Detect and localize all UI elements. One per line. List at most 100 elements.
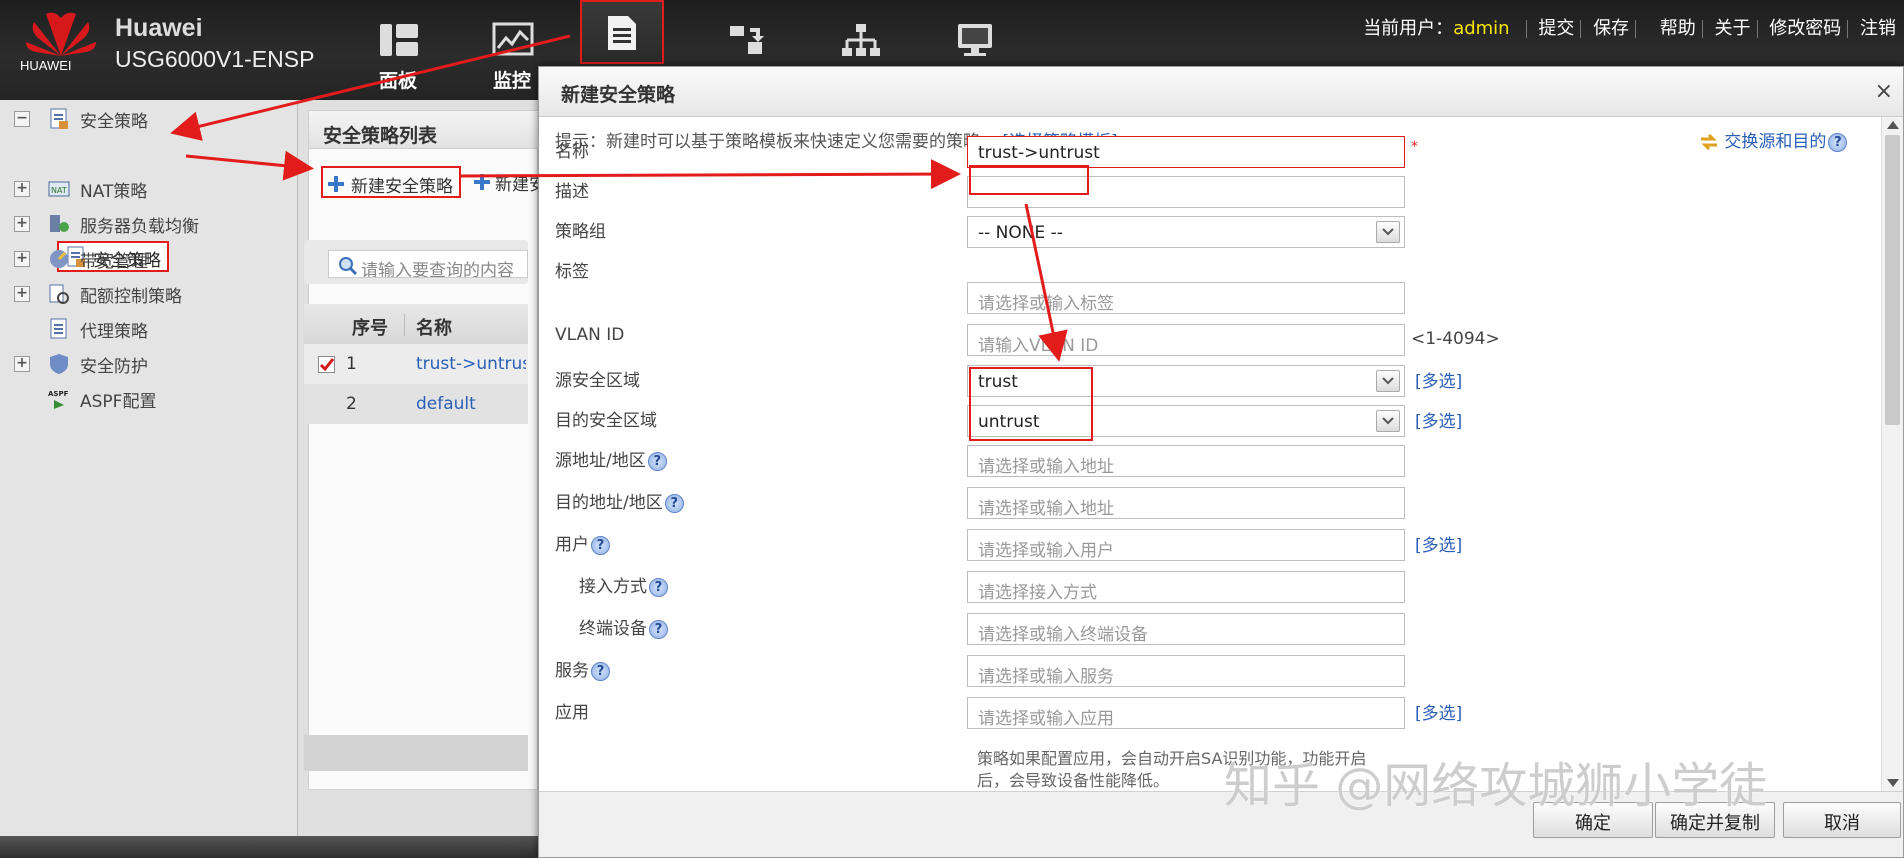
service-label: 服务? xyxy=(555,656,610,681)
sidebar-item-label: NAT策略 xyxy=(80,182,148,202)
app-multi-link[interactable]: [多选] xyxy=(1415,699,1462,724)
desc-label: 描述 xyxy=(555,182,589,202)
bottom-status-bar xyxy=(0,836,538,858)
src-addr-label: 源地址/地区? xyxy=(555,446,667,471)
vlan-label: VLAN ID xyxy=(555,325,625,345)
sidebar-item-proxy[interactable]: 代理策略 xyxy=(0,314,298,344)
row-checkbox[interactable] xyxy=(318,356,335,373)
expand-icon[interactable]: + xyxy=(14,181,30,197)
tag-label: 标签 xyxy=(555,262,589,282)
table-row[interactable]: 1 trust->untrust xyxy=(304,344,528,384)
help-icon[interactable]: ? xyxy=(649,577,668,597)
user-label: 用户? xyxy=(555,530,610,555)
user-toolbar: 当前用户：admin 提交 保存 帮助 关于 修改密码 注销 xyxy=(1363,14,1896,40)
expand-icon[interactable]: + xyxy=(14,286,30,302)
sidebar-item-nat[interactable]: + NAT NAT策略 xyxy=(0,174,298,204)
swap-label: 交换源和目的 xyxy=(1724,132,1827,152)
expand-icon[interactable]: + xyxy=(14,251,30,267)
collapse-icon[interactable]: − xyxy=(14,111,30,127)
row-name-link[interactable]: default xyxy=(416,394,526,414)
object-icon xyxy=(730,26,764,54)
scroll-down-icon[interactable] xyxy=(1887,779,1899,787)
sidebar-item-label: 代理策略 xyxy=(80,322,148,342)
sidebar-item-protection[interactable]: + 安全防护 xyxy=(0,349,298,379)
row-name-link[interactable]: trust->untrust xyxy=(416,354,526,374)
close-icon[interactable]: × xyxy=(1875,79,1893,104)
sidebar-item-label: 安全防护 xyxy=(80,357,148,377)
save-link[interactable]: 保存 xyxy=(1593,18,1629,39)
new-policy-button[interactable]: 新建安全策略 xyxy=(321,166,461,198)
col-name: 名称 xyxy=(416,318,452,339)
search-input[interactable]: 请输入要查询的内容 xyxy=(328,250,528,278)
src-addr-input[interactable]: 请选择或输入地址 xyxy=(967,445,1405,477)
tag-input[interactable]: 请选择或输入标签 xyxy=(967,282,1405,314)
cancel-button[interactable]: 取消 xyxy=(1783,802,1901,838)
bandwidth-icon xyxy=(50,250,68,268)
user-multi-link[interactable]: [多选] xyxy=(1415,531,1462,556)
dialog-scrollbar[interactable] xyxy=(1881,117,1903,791)
dst-zone-multi-link[interactable]: [多选] xyxy=(1415,407,1462,432)
system-computer-icon xyxy=(958,24,992,56)
network-topology-icon xyxy=(842,24,880,56)
help-icon[interactable]: ? xyxy=(591,661,610,681)
sidebar-item-label: 服务器负载均衡 xyxy=(80,217,199,237)
app-input[interactable]: 请选择或输入应用 xyxy=(967,697,1405,729)
commit-link[interactable]: 提交 xyxy=(1538,18,1574,39)
device-input[interactable]: 请选择或输入终端设备 xyxy=(967,613,1405,645)
new-policy-button-2[interactable]: 新建安 xyxy=(469,166,549,198)
vlan-input[interactable]: 请输入VLAN ID xyxy=(967,324,1405,356)
change-password-link[interactable]: 修改密码 xyxy=(1769,18,1841,39)
scroll-up-icon[interactable] xyxy=(1887,121,1899,129)
sidebar-item-label: 配额控制策略 xyxy=(80,287,182,307)
expand-icon[interactable]: + xyxy=(14,356,30,372)
sidebar-item-bandwidth[interactable]: + 带宽管理 xyxy=(0,244,298,274)
dialog-title: 新建安全策略 xyxy=(539,67,1903,117)
sidebar-item-security-policy[interactable]: − 安全策略 xyxy=(0,104,298,134)
plus-icon xyxy=(328,176,344,192)
nat-icon: NAT xyxy=(48,181,70,197)
dst-addr-input[interactable]: 请选择或输入地址 xyxy=(967,487,1405,519)
access-label: 接入方式? xyxy=(579,572,668,597)
device-model: USG6000V1-ENSP xyxy=(115,46,315,72)
chevron-down-icon[interactable] xyxy=(1376,221,1400,243)
help-icon[interactable]: ? xyxy=(1828,132,1848,152)
swap-icon xyxy=(1701,133,1717,151)
about-link[interactable]: 关于 xyxy=(1715,18,1751,39)
scroll-thumb[interactable] xyxy=(1885,135,1900,425)
shield-icon xyxy=(50,354,68,374)
sidebar-item-aspf[interactable]: ASPF ASPF配置 xyxy=(0,384,298,414)
logout-link[interactable]: 注销 xyxy=(1860,18,1896,39)
dst-addr-label: 目的地址/地区? xyxy=(555,488,684,513)
chevron-down-icon[interactable] xyxy=(1376,410,1400,432)
src-zone-label: 源安全区域 xyxy=(555,371,640,391)
table-row[interactable]: 2 default xyxy=(304,384,528,424)
svg-text:NAT: NAT xyxy=(51,186,67,195)
help-link[interactable]: 帮助 xyxy=(1660,18,1696,39)
current-user-label: 当前用户： xyxy=(1363,18,1454,39)
group-select[interactable]: -- NONE -- xyxy=(967,216,1405,248)
sidebar-item-label: 安全策略 xyxy=(80,112,148,132)
sidebar-item-quota[interactable]: + 配额控制策略 xyxy=(0,279,298,309)
policy-list-panel: 安全策略列表 新建安全策略 新建安 请输入要查询的内容 序号 名称 1 trus… xyxy=(298,100,546,836)
help-icon[interactable]: ? xyxy=(647,451,667,471)
nav-policy[interactable] xyxy=(580,0,664,64)
service-input[interactable]: 请选择或输入服务 xyxy=(967,655,1405,687)
zone-highlight xyxy=(969,367,1093,441)
sidebar-item-server-lb[interactable]: + 服务器负载均衡 xyxy=(0,209,298,239)
new-policy-dialog: 新建安全策略 × 提示：新建时可以基于策略模板来快速定义您需要的策略。 [选择策… xyxy=(538,66,1904,858)
user-input[interactable]: 请选择或输入用户 xyxy=(967,529,1405,561)
expand-icon[interactable]: + xyxy=(14,216,30,232)
help-icon[interactable]: ? xyxy=(649,619,668,639)
checkmark-icon xyxy=(319,358,335,372)
swap-src-dst-link[interactable]: 交换源和目的? xyxy=(1699,127,1848,152)
help-icon[interactable]: ? xyxy=(664,493,684,513)
brand-name: Huawei xyxy=(115,14,203,42)
help-icon[interactable]: ? xyxy=(591,535,610,555)
access-input[interactable]: 请选择接入方式 xyxy=(967,571,1405,603)
dashboard-icon xyxy=(380,24,418,56)
name-input[interactable]: trust->untrust xyxy=(967,136,1405,168)
nav-dashboard[interactable]: 面板 xyxy=(352,0,444,98)
src-zone-multi-link[interactable]: [多选] xyxy=(1415,367,1462,392)
monitor-chart-icon xyxy=(492,22,534,56)
chevron-down-icon[interactable] xyxy=(1376,370,1400,392)
